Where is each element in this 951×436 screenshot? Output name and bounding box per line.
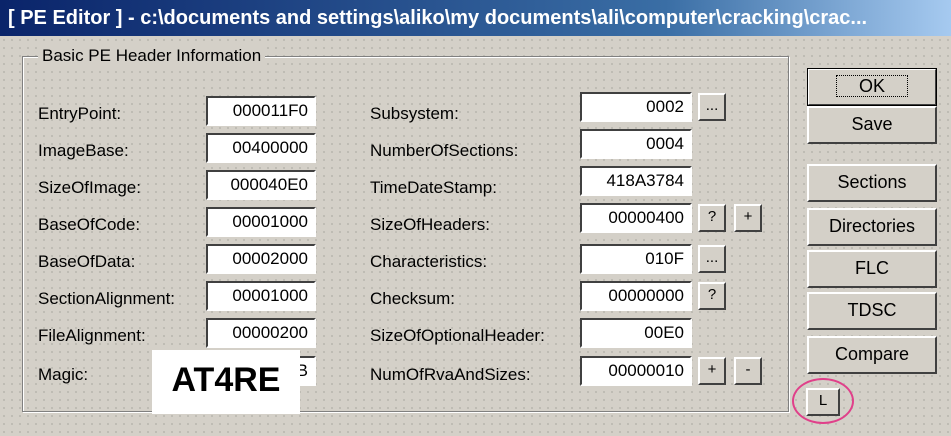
at4re-watermark: AT4RE [152,350,300,414]
label-baseofcode: BaseOfCode: [38,215,141,234]
label-sizeofheaders: SizeOfHeaders: [370,215,490,234]
ok-button-label: OK [835,75,908,97]
label-entrypoint: EntryPoint: [38,104,122,123]
window-title: [ PE Editor ] - c:\documents and setting… [0,0,951,36]
sizeofimage-field[interactable]: 000040E0 [206,170,316,200]
label-baseofdata: BaseOfData: [38,252,136,271]
numofrvaandsizes-field[interactable]: 00000010 [580,356,692,386]
filealignment-field[interactable]: 00000200 [206,318,316,348]
directories-button[interactable]: Directories [807,208,937,246]
label-numberofsections: NumberOfSections: [370,141,519,160]
subsystem-field[interactable]: 0002 [580,92,692,122]
label-magic: Magic: [38,365,89,384]
checksum-field[interactable]: 00000000 [580,281,692,311]
checksum-query-button[interactable]: ? [698,282,726,310]
ok-button[interactable]: OK [807,68,937,106]
imagebase-field[interactable]: 00400000 [206,133,316,163]
tdsc-button[interactable]: TDSC [807,292,937,330]
sections-button[interactable]: Sections [807,164,937,202]
save-button[interactable]: Save [807,106,937,144]
timedatestamp-field[interactable]: 418A3784 [580,166,692,196]
flc-button[interactable]: FLC [807,250,937,288]
sizeofoptionalheader-field[interactable]: 00E0 [580,318,692,348]
baseofdata-field[interactable]: 00002000 [206,244,316,274]
label-sizeofoptionalheader: SizeOfOptionalHeader: [370,326,545,345]
group-title: Basic PE Header Information [38,46,266,66]
label-timedatestamp: TimeDateStamp: [370,178,497,197]
sizeofheaders-query-button[interactable]: ? [698,204,726,232]
label-characteristics: Characteristics: [370,252,488,271]
label-sectionalignment: SectionAlignment: [38,289,176,308]
label-sizeofimage: SizeOfImage: [38,178,141,197]
label-numofrvaandsizes: NumOfRvaAndSizes: [370,365,531,384]
sizeofheaders-field[interactable]: 00000400 [580,203,692,233]
label-filealignment: FileAlignment: [38,326,146,345]
characteristics-field[interactable]: 010F [580,244,692,274]
label-subsystem: Subsystem: [370,104,459,123]
compare-button[interactable]: Compare [807,336,937,374]
sizeofheaders-plus-button[interactable]: + [734,204,762,232]
numberofsections-field[interactable]: 0004 [580,129,692,159]
subsystem-more-button[interactable]: ... [698,93,726,121]
sectionalignment-field[interactable]: 00001000 [206,281,316,311]
numofrva-minus-button[interactable]: - [734,357,762,385]
baseofcode-field[interactable]: 00001000 [206,207,316,237]
label-checksum: Checksum: [370,289,456,308]
entrypoint-field[interactable]: 000011F0 [206,96,316,126]
label-imagebase: ImageBase: [38,141,129,160]
l-button[interactable]: L [806,388,840,416]
characteristics-more-button[interactable]: ... [698,245,726,273]
numofrva-plus-button[interactable]: + [698,357,726,385]
